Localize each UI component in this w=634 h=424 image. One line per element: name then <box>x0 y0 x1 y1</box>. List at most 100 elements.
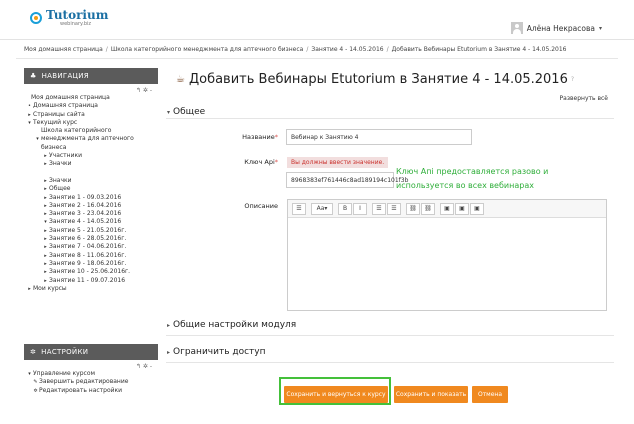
sidebar-nav-item[interactable]: ▸ Занятие 2 - 16.04.2016 <box>24 202 158 210</box>
navigation-tree: Моя домашняя страница • Домашняя страница ▸… <box>24 94 158 293</box>
navigation-block-header: ♣ НАВИГАЦИЯ <box>24 68 158 84</box>
settings-item[interactable]: ▾ Управление курсом <box>24 370 158 378</box>
sidebar-nav-item-label: Занятие 9 - 18.06.2016г. <box>49 259 127 267</box>
site-logo[interactable]: Tutorium webinary.biz <box>30 9 108 27</box>
chevron-down-icon: ▾ <box>167 108 171 116</box>
editor-tool-button[interactable]: I <box>353 202 367 215</box>
sidebar-nav-item-label: Участники <box>49 152 83 160</box>
sidebar-nav-item[interactable]: ▸ Занятие 7 - 04.06.2016г. <box>24 243 158 251</box>
settings-item[interactable]: ✎ Завершить редактирование <box>24 378 158 386</box>
sidebar-nav-item-label: Занятие 2 - 16.04.2016 <box>49 201 122 209</box>
sidebar-nav-item[interactable]: ▸ Занятие 1 - 09.03.2016 <box>24 194 158 202</box>
sidebar-nav-item-label: Занятие 7 - 04.06.2016г. <box>49 243 127 251</box>
cancel-button[interactable]: Отмена <box>472 386 508 403</box>
sidebar-nav-item[interactable]: ▸ Значки <box>24 160 158 168</box>
sidebar-nav-item[interactable]: ▸ Общее <box>24 185 158 193</box>
sidebar-nav-item[interactable]: ▾ менеджмента для аптечного <box>24 135 158 143</box>
chevron-right-icon: ▸ <box>44 194 47 201</box>
sidebar-nav-item[interactable]: ▸ Занятие 10 - 25.06.2016г. <box>24 268 158 276</box>
sidebar-nav-item[interactable]: ▾ Текущий курс <box>24 119 158 127</box>
section-restrict-access-label: Ограничить доступ <box>173 347 266 357</box>
bullet-icon: ✎ <box>33 379 38 386</box>
expand-all-link[interactable]: Развернуть всё <box>560 95 608 102</box>
name-input[interactable]: Вебинар к Занятию 4 <box>286 129 472 145</box>
sidebar-nav-item[interactable]: ▸ Занятие 9 - 18.06.2016г. <box>24 260 158 268</box>
navigation-block-tools[interactable]: ↰ ✲ - <box>24 84 158 94</box>
sidebar-nav-item-label: Моя домашняя страница <box>31 94 110 101</box>
sidebar-nav-item-label: Общее <box>49 185 71 193</box>
settings-item-label: Завершить редактирование <box>39 378 129 386</box>
editor-tool-button[interactable]: ▣ <box>440 202 454 215</box>
section-restrict-access[interactable]: ▸ Ограничить доступ <box>167 347 266 357</box>
chevron-right-icon: ▸ <box>44 177 47 184</box>
sidebar-nav-item-label: Мои курсы <box>33 284 67 292</box>
editor-tool-button[interactable]: B <box>338 202 352 215</box>
sidebar-nav-item-label: Занятие 10 - 25.06.2016г. <box>49 268 131 276</box>
breadcrumb-item-course[interactable]: Школа категорийного менеджмента для апте… <box>111 46 304 53</box>
chevron-down-icon: ▾ <box>44 219 47 226</box>
sidebar-nav-item[interactable]: ▸ Занятие 5 - 21.05.2016г. <box>24 227 158 235</box>
settings-item[interactable]: ✲ Редактировать настройки <box>24 387 158 395</box>
breadcrumb-divider <box>16 58 618 59</box>
logo-subtitle: webinary.biz <box>60 21 92 27</box>
sidebar-nav-item[interactable]: ▸ Занятие 6 - 28.05.2016г. <box>24 235 158 243</box>
sidebar-nav-item[interactable]: бизнеса <box>24 144 158 152</box>
chevron-right-icon: ▸ <box>44 260 47 267</box>
chevron-right-icon: ▸ <box>44 202 47 209</box>
editor-tool-button[interactable]: ☰ <box>372 202 386 215</box>
sidebar-nav-item[interactable]: ▾ Занятие 4 - 14.05.2016 <box>24 218 158 226</box>
sidebar-nav-item[interactable]: Моя домашняя страница <box>24 94 158 102</box>
save-and-show-button[interactable]: Сохранить и показать <box>394 386 468 403</box>
settings-item-label: Управление курсом <box>33 370 96 377</box>
sidebar-nav-item[interactable]: ▸ Участники <box>24 152 158 160</box>
section-general[interactable]: ▾ Общее <box>167 107 205 117</box>
sidebar-nav-item-label: Школа категорийного <box>41 127 112 135</box>
section-divider <box>166 118 614 119</box>
section-module-settings[interactable]: ▸ Общие настройки модуля <box>167 320 296 330</box>
sidebar-nav-item[interactable]: ▸ Страницы сайта <box>24 111 158 119</box>
settings-block-title: НАСТРОЙКИ <box>41 348 89 356</box>
bullet-icon: ✲ <box>33 387 38 394</box>
editor-tool-button[interactable]: ▣ <box>455 202 469 215</box>
save-and-return-button[interactable]: Сохранить и вернуться к курсу <box>284 386 388 403</box>
sidebar-nav-item[interactable]: ▸ Занятие 8 - 11.06.2016г. <box>24 252 158 260</box>
editor-tool-button[interactable]: ☰ <box>387 202 401 215</box>
chevron-down-icon: ▾ <box>598 24 602 32</box>
editor-tool-button[interactable]: ⛓ <box>421 202 435 215</box>
breadcrumb-item-home[interactable]: Моя домашняя страница <box>24 46 103 53</box>
chevron-right-icon: ▸ <box>167 321 171 329</box>
sidebar-nav-item-label: Страницы сайта <box>33 110 85 118</box>
editor-tool-button[interactable]: ▣ <box>470 202 484 215</box>
chevron-right-icon: ▸ <box>28 285 31 292</box>
settings-tree: ▾ Управление курсом ✎ Завершить редактирова… <box>24 370 158 395</box>
editor-tool-button[interactable]: ☰ <box>292 202 306 215</box>
settings-block-tools[interactable]: ↰ ✲ - <box>24 360 158 370</box>
sidebar-nav-item[interactable]: ▸ Занятие 11 - 09.07.2016 <box>24 277 158 285</box>
sidebar-nav-item[interactable]: ▸ Мои курсы <box>24 285 158 293</box>
api-key-input[interactable]: 8968383ef761446c8ad189194c101f3b <box>286 172 408 188</box>
chevron-right-icon: ▸ <box>44 211 47 218</box>
sidebar-nav-item[interactable]: • Домашняя страница <box>24 102 158 110</box>
sidebar-nav-item-label: Занятие 11 - 09.07.2016 <box>49 276 126 284</box>
sidebar-nav-item[interactable] <box>24 169 158 177</box>
chevron-right-icon: ▸ <box>28 111 31 118</box>
top-bar: Tutorium webinary.biz Алёна Некрасова ▾ <box>0 0 634 40</box>
breadcrumb-item-current[interactable]: Добавить Вебинары Etutorium в Занятие 4 … <box>392 46 567 53</box>
chevron-right-icon: ▸ <box>44 244 47 251</box>
editor-tool-button[interactable]: ⛓ <box>406 202 420 215</box>
user-menu[interactable]: Алёна Некрасова ▾ <box>510 22 602 34</box>
api-key-label: Ключ Api* <box>244 158 278 166</box>
breadcrumb-item-lesson[interactable]: Занятие 4 - 14.05.2016 <box>311 46 383 53</box>
sidebar-nav-item-label: Значки <box>49 160 72 168</box>
sidebar-nav-item-label: менеджмента для аптечного <box>41 135 134 143</box>
sidebar-nav-item[interactable]: ▸ Занятие 3 - 23.04.2016 <box>24 210 158 218</box>
help-icon[interactable]: ? <box>571 76 574 83</box>
description-editor[interactable]: ☰ Aa▾ B I ☰ ☰ ⛓ ⛓ ▣ ▣ ▣ <box>287 199 607 311</box>
sidebar-nav-item[interactable]: ▸ Значки <box>24 177 158 185</box>
editor-tool-button[interactable]: Aa▾ <box>311 202 333 215</box>
sidebar-nav-item[interactable]: Школа категорийного <box>24 127 158 135</box>
logo-name: Tutorium <box>46 8 109 22</box>
chevron-down-icon: ▾ <box>28 119 31 126</box>
description-label: Описание <box>244 202 278 210</box>
settings-item-label: Редактировать настройки <box>39 386 123 394</box>
